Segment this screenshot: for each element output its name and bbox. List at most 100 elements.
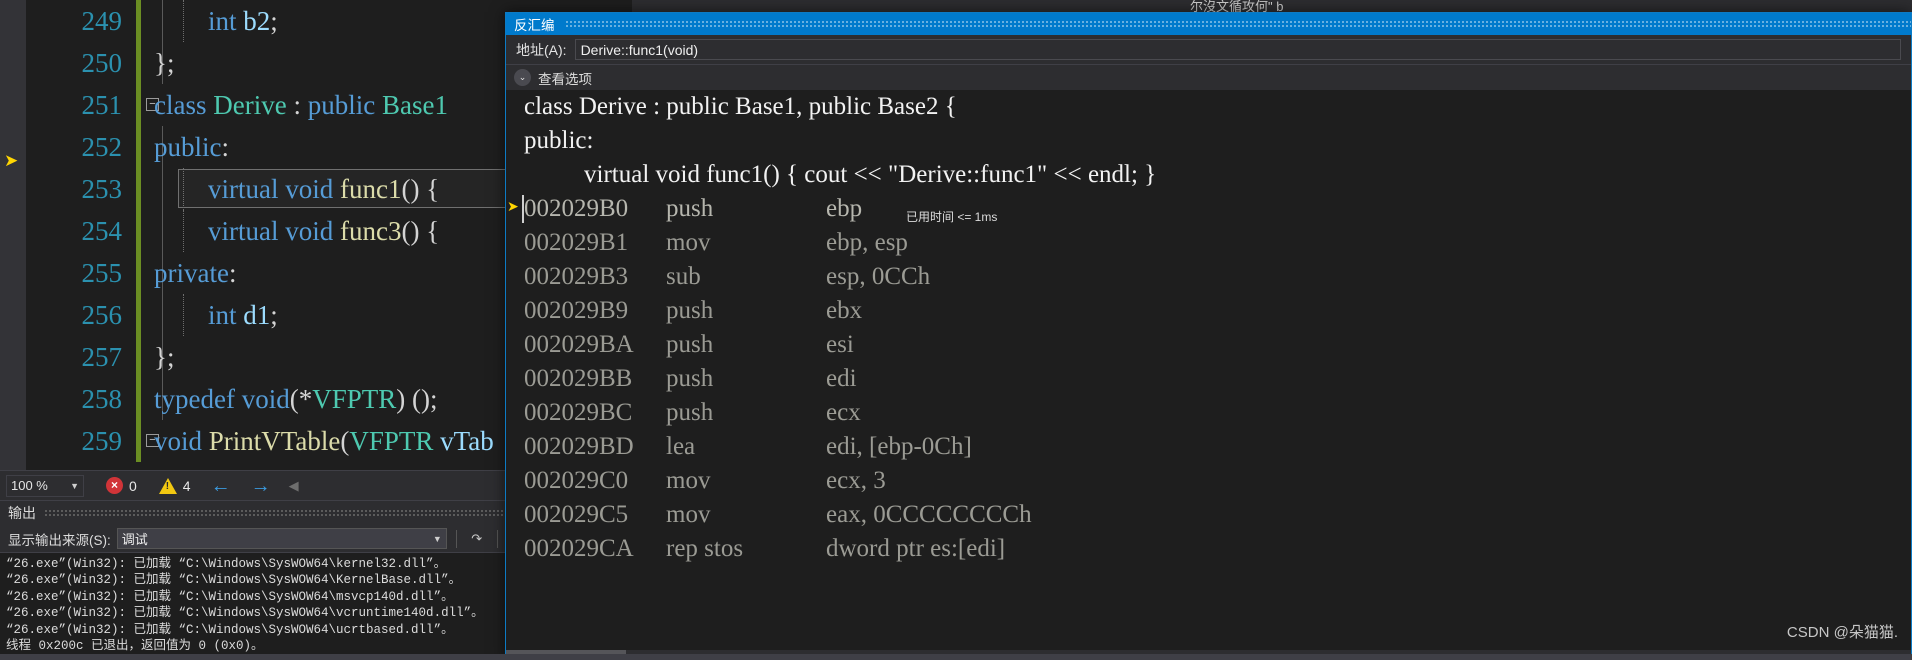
screenshot-root: 尔沒文循攻何" b 249 int b2; 250}; 251− class Deri… [0, 0, 1912, 660]
instruction-address: 002029C5 [524, 501, 629, 528]
instruction-mnemonic: rep stos [666, 535, 744, 562]
instruction-address: 002029BB [524, 365, 633, 392]
line-number: 251 [81, 90, 123, 120]
warning-count-value: 4 [182, 477, 191, 494]
line-text: int b2; [208, 6, 278, 36]
instruction-operands: ebx [826, 297, 863, 324]
disassembly-instruction-row[interactable]: ➤ 002029B0 push ebp 已用时间 <= 1ms [506, 192, 1911, 226]
view-options-label[interactable]: 查看选项 [538, 68, 592, 88]
instruction-operands: ecx, 3 [826, 467, 886, 494]
address-value: Derive::func1(void) [580, 41, 699, 58]
change-indicator [136, 42, 141, 84]
disassembly-source-line: public: [524, 127, 594, 154]
line-text: virtual void func3() { [208, 216, 440, 246]
change-indicator [136, 252, 141, 294]
disassembly-address-row: 地址(A): Derive::func1(void) [506, 35, 1911, 65]
navigate-forward-arrow-icon[interactable]: → [251, 476, 271, 496]
line-text: class Derive : public Base1 [154, 90, 448, 120]
disassembly-title: 反汇编 [514, 18, 555, 33]
instruction-operands: dword ptr es:[edi] [826, 535, 1006, 562]
disassembly-instruction-row[interactable]: 002029CA rep stos dword ptr es:[edi] [506, 532, 1911, 566]
line-number: 259 [81, 426, 123, 456]
disassembly-body[interactable]: class Derive : public Base1, public Base… [506, 90, 1911, 659]
disassembly-instruction-row[interactable]: 002029BD lea edi, [ebp-0Ch] [506, 430, 1911, 464]
instruction-address: 002029CA [524, 535, 634, 562]
zoom-level-value: 100 % [11, 478, 48, 493]
change-indicator [136, 168, 141, 210]
disassembly-title-bar[interactable]: 反汇编 [506, 13, 1911, 35]
disassembly-source-line: virtual void func1() { cout << "Derive::… [584, 161, 1157, 188]
instruction-operands: esp, 0CCh [826, 263, 931, 290]
instruction-address: 002029B0 [524, 195, 629, 222]
line-number: 254 [81, 216, 123, 246]
instruction-operands: ecx [826, 399, 861, 426]
disassembly-instruction-row[interactable]: 002029BC push ecx [506, 396, 1911, 430]
instruction-operands: edi, [ebp-0Ch] [826, 433, 972, 460]
clear-output-icon[interactable]: ↷ [466, 529, 488, 549]
line-number: 250 [81, 48, 123, 78]
address-label: 地址(A): [516, 41, 567, 58]
tab-output[interactable]: 输出 [8, 503, 36, 523]
disassembly-instruction-row[interactable]: 002029C5 mov eax, 0CCCCCCCCh [506, 498, 1911, 532]
change-indicator [136, 336, 141, 378]
instruction-address: 002029B3 [524, 263, 629, 290]
error-count-badge[interactable]: × 0 [106, 477, 137, 494]
line-number: 252 [81, 132, 123, 162]
instruction-operands: edi [826, 365, 857, 392]
collapse-left-arrow-icon[interactable]: ◀ [289, 479, 299, 492]
output-source-value: 调试 [121, 532, 148, 547]
chevron-down-icon[interactable]: ⌄ [514, 69, 531, 86]
instruction-operands: ebp [826, 195, 863, 222]
disassembly-source-line: class Derive : public Base1, public Base… [524, 93, 957, 120]
disassembly-instruction-row[interactable]: 002029BA push esi [506, 328, 1911, 362]
line-text: }; [154, 48, 175, 78]
change-indicator [136, 420, 141, 462]
instruction-mnemonic: push [666, 195, 714, 222]
instruction-operands: eax, 0CCCCCCCCh [826, 501, 1032, 528]
instruction-mnemonic: mov [666, 501, 711, 528]
line-text: public: [154, 132, 230, 162]
disassembly-instruction-row[interactable]: 002029B1 mov ebp, esp [506, 226, 1911, 260]
instruction-mnemonic: push [666, 399, 714, 426]
address-input[interactable]: Derive::func1(void) [574, 39, 1901, 60]
instruction-mnemonic: push [666, 365, 714, 392]
disassembly-window[interactable]: 反汇编 地址(A): Derive::func1(void) ⌄ 查看选项 cl… [505, 12, 1912, 660]
warning-icon [158, 477, 177, 494]
toolbar-divider [455, 529, 457, 548]
instruction-mnemonic: push [666, 331, 714, 358]
view-options-row[interactable]: ⌄ 查看选项 [506, 65, 1911, 90]
chevron-down-icon: ▼ [70, 480, 79, 491]
disassembly-instruction-row[interactable]: 002029B9 push ebx [506, 294, 1911, 328]
disassembly-instruction-row[interactable]: 002029BB push edi [506, 362, 1911, 396]
line-text: }; [154, 342, 175, 372]
line-text: void PrintVTable(VFPTR vTab [154, 426, 494, 456]
disassembly-instruction-row[interactable]: 002029B3 sub esp, 0CCh [506, 260, 1911, 294]
line-text: private: [154, 258, 237, 288]
line-text: virtual void func1() { [208, 174, 440, 204]
change-indicator [136, 126, 141, 168]
instruction-mnemonic: push [666, 297, 714, 324]
instruction-address: 002029BA [524, 331, 634, 358]
output-source-select[interactable]: 调试 ▼ [116, 528, 447, 549]
output-source-label: 显示输出来源(S): [8, 532, 111, 548]
current-instruction-arrow-icon: ➤ [507, 200, 519, 215]
instruction-address: 002029BD [524, 433, 634, 460]
change-indicator [136, 84, 141, 126]
line-number: 258 [81, 384, 123, 414]
warning-count-badge[interactable]: 4 [158, 477, 191, 494]
navigate-back-arrow-icon[interactable]: ← [211, 476, 231, 496]
disassembly-instruction-list[interactable]: ➤ 002029B0 push ebp 已用时间 <= 1ms 002029B1 mov eb… [506, 192, 1911, 566]
csdn-watermark: CSDN @朵猫猫. [1786, 624, 1898, 641]
title-bar-grip [564, 19, 1911, 29]
zoom-level-select[interactable]: 100 % ▼ [6, 474, 84, 497]
line-number: 257 [81, 342, 123, 372]
line-number: 255 [81, 258, 123, 288]
line-number: 256 [81, 300, 123, 330]
disassembly-source-lines: class Derive : public Base1, public Base… [506, 90, 1911, 192]
disassembly-instruction-row[interactable]: 002029C0 mov ecx, 3 [506, 464, 1911, 498]
instruction-mnemonic: sub [666, 263, 701, 290]
line-number: 253 [81, 174, 123, 204]
instruction-address: 002029B9 [524, 297, 629, 324]
error-icon: × [106, 477, 123, 494]
change-indicator [136, 294, 141, 336]
